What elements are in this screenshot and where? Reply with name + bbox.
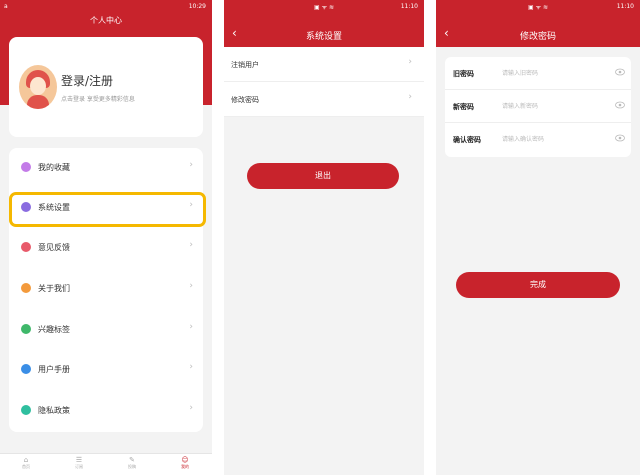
feedback-icon	[21, 242, 31, 252]
status-time: 10:29	[188, 3, 206, 10]
status-bar: a 10:29	[0, 0, 212, 14]
chevron-right-icon: ›	[189, 281, 193, 291]
settings-list: 注销用户 › 修改密码 ›	[224, 47, 424, 117]
eye-icon[interactable]	[615, 68, 625, 76]
menu-item-label: 我的收藏	[38, 163, 70, 172]
tab-label: 首页	[22, 464, 30, 469]
change-password-screen: ▣ ᯤ ≋ 11:10 ‹ 修改密码 旧密码 新密码 确认密码 完成	[436, 0, 640, 475]
old-password-label: 旧密码	[453, 70, 474, 78]
info-icon	[21, 283, 31, 293]
status-icons: ▣ ᯤ ≋	[314, 4, 334, 11]
menu-item-label: 意见反馈	[38, 243, 70, 252]
menu-item-label: 隐私政策	[38, 406, 70, 415]
chevron-right-icon: ›	[189, 240, 193, 250]
tag-icon	[21, 324, 31, 334]
tab-subscribe[interactable]: ☰ 订阅	[59, 456, 99, 470]
old-password-row: 旧密码	[445, 57, 631, 90]
login-card[interactable]: 登录/注册 点击登录 享受更多精彩信息	[9, 37, 203, 137]
confirm-password-input[interactable]	[502, 131, 602, 147]
eye-icon[interactable]	[615, 134, 625, 142]
star-icon	[21, 162, 31, 172]
page-title: 修改密码	[519, 32, 556, 42]
logout-button[interactable]: 退出	[247, 163, 399, 189]
confirm-password-row: 确认密码	[445, 123, 631, 156]
home-icon: ⌂	[23, 456, 29, 464]
nav-bar: ▣ ᯤ ≋ 11:10 ‹ 系统设置	[224, 0, 424, 47]
page-title: 个人中心	[90, 16, 122, 25]
settings-item-label: 注销用户	[231, 61, 259, 69]
chevron-right-icon: ›	[189, 362, 193, 372]
settings-item-change-password[interactable]: 修改密码 ›	[224, 82, 424, 117]
menu-item-label: 关于我们	[38, 284, 70, 293]
menu-list: 我的收藏 › 系统设置 › 意见反馈 › 关于我们 › 兴趣标签 › 用户手册 …	[9, 148, 203, 432]
edit-icon: ✎	[129, 456, 135, 464]
menu-item-user-manual[interactable]: 用户手册 ›	[9, 350, 203, 390]
login-register-title[interactable]: 登录/注册	[61, 72, 113, 89]
profile-screen: a 10:29 个人中心 登录/注册 点击登录 享受更多精彩信息 我的收藏 › …	[0, 0, 212, 475]
tab-mine[interactable]: ☺ 我的	[165, 456, 205, 470]
done-button[interactable]: 完成	[456, 272, 620, 298]
list-icon: ☰	[75, 456, 83, 464]
page-title: 系统设置	[305, 32, 342, 42]
eye-icon[interactable]	[615, 101, 625, 109]
login-subtitle: 点击登录 享受更多精彩信息	[61, 96, 135, 103]
menu-item-label: 用户手册	[38, 365, 70, 374]
new-password-input[interactable]	[502, 98, 602, 114]
menu-item-interest-tags[interactable]: 兴趣标签 ›	[9, 310, 203, 350]
chevron-right-icon: ›	[189, 160, 193, 170]
tab-submit[interactable]: ✎ 投稿	[112, 456, 152, 470]
status-bar: ▣ ᯤ ≋ 11:10	[224, 0, 424, 14]
status-bar: ▣ ᯤ ≋ 11:10	[436, 0, 640, 14]
password-form: 旧密码 新密码 确认密码	[445, 57, 631, 157]
new-password-row: 新密码	[445, 90, 631, 123]
menu-item-favorites[interactable]: 我的收藏 ›	[9, 148, 203, 188]
chevron-right-icon: ›	[408, 57, 412, 67]
settings-item-cancel-account[interactable]: 注销用户 ›	[224, 47, 424, 82]
old-password-input[interactable]	[502, 65, 602, 81]
chevron-right-icon: ›	[189, 403, 193, 413]
tab-home[interactable]: ⌂ 首页	[6, 456, 46, 470]
status-icons: ▣ ᯤ ≋	[528, 4, 548, 11]
status-time: 11:10	[400, 3, 418, 10]
avatar[interactable]	[19, 65, 57, 109]
bottom-tab-bar: ⌂ 首页 ☰ 订阅 ✎ 投稿 ☺ 我的	[0, 453, 212, 475]
menu-item-about[interactable]: 关于我们 ›	[9, 269, 203, 309]
status-time: 11:10	[616, 3, 634, 10]
book-icon	[21, 364, 31, 374]
tab-label: 我的	[181, 464, 189, 469]
menu-item-label: 兴趣标签	[38, 325, 70, 334]
confirm-password-label: 确认密码	[453, 136, 481, 144]
menu-item-feedback[interactable]: 意见反馈 ›	[9, 228, 203, 268]
new-password-label: 新密码	[453, 103, 474, 111]
settings-highlight-box	[9, 192, 206, 227]
shield-icon	[21, 405, 31, 415]
tab-label: 投稿	[128, 464, 136, 469]
menu-item-privacy[interactable]: 隐私政策 ›	[9, 391, 203, 431]
chevron-right-icon: ›	[189, 322, 193, 332]
settings-item-label: 修改密码	[231, 96, 259, 104]
tab-label: 订阅	[75, 464, 83, 469]
system-settings-screen: ▣ ᯤ ≋ 11:10 ‹ 系统设置 注销用户 › 修改密码 › 退出	[224, 0, 424, 475]
chevron-right-icon: ›	[408, 92, 412, 102]
status-left: a	[4, 3, 8, 10]
user-icon: ☺	[181, 456, 189, 464]
nav-bar: ▣ ᯤ ≋ 11:10 ‹ 修改密码	[436, 0, 640, 47]
